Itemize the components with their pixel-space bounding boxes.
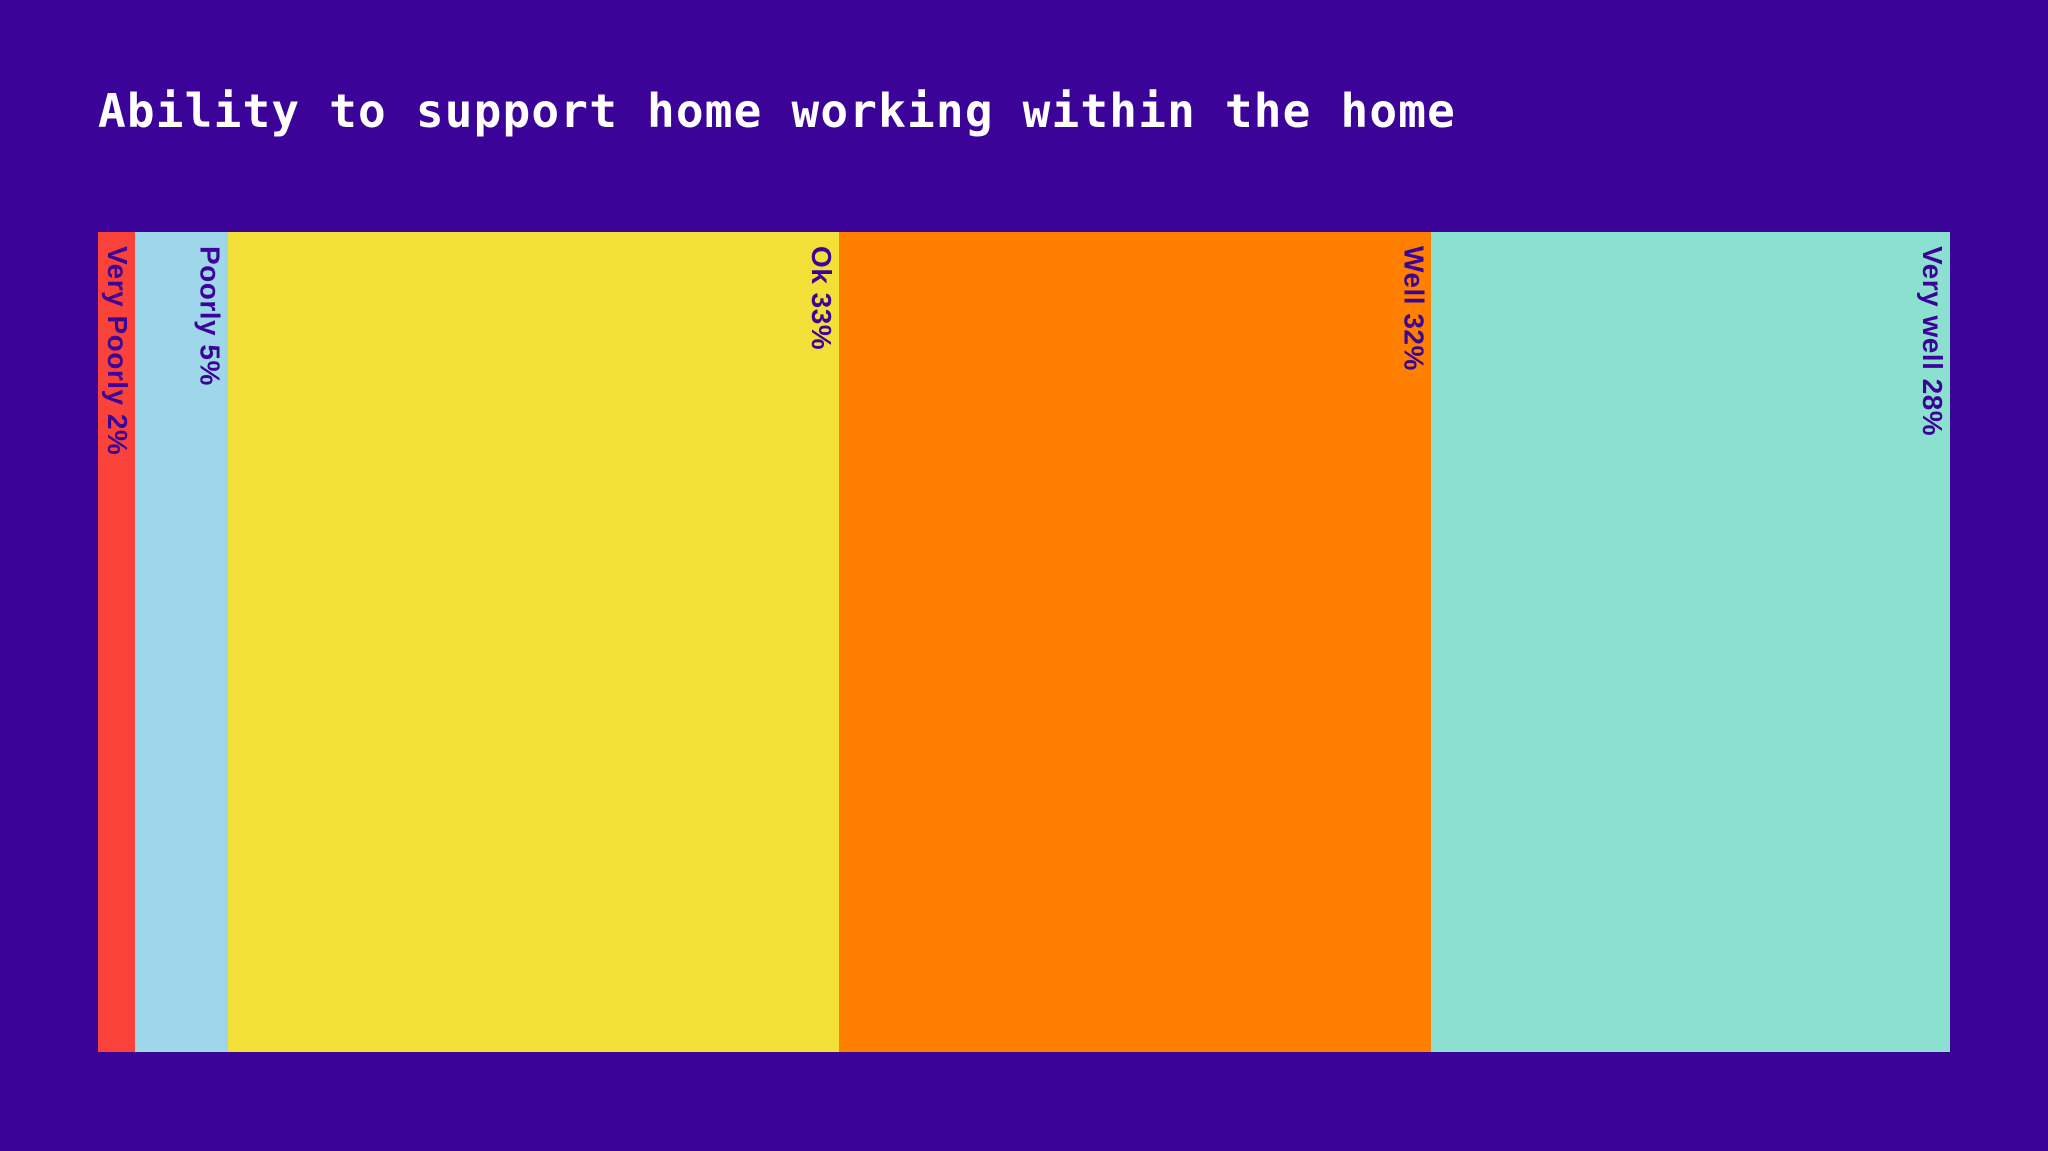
- bar-segment-label-ok: Ok 33%: [805, 246, 837, 351]
- bar-segment-well[interactable]: Well 32%: [838, 232, 1432, 1052]
- page-title: Ability to support home working within t…: [98, 84, 1457, 138]
- bar-segment-very-well[interactable]: Very well 28%: [1431, 232, 1950, 1052]
- bar-segment-label-very-well: Very well 28%: [1916, 246, 1948, 437]
- bar-segment-very-poorly[interactable]: Very Poorly 2%: [98, 232, 136, 1052]
- bar-segment-poorly[interactable]: Poorly 5%: [135, 232, 228, 1052]
- bar-segment-ok[interactable]: Ok 33%: [227, 232, 839, 1052]
- bar-segment-label-poorly: Poorly 5%: [194, 246, 226, 386]
- chart-root: Ability to support home working within t…: [0, 0, 2048, 1151]
- bar-segment-label-very-poorly: Very Poorly 2%: [102, 246, 134, 456]
- stacked-bar-chart: Very Poorly 2% Poorly 5% Ok 33% Well 32%…: [98, 232, 1950, 1052]
- bar-segment-label-well: Well 32%: [1398, 246, 1430, 371]
